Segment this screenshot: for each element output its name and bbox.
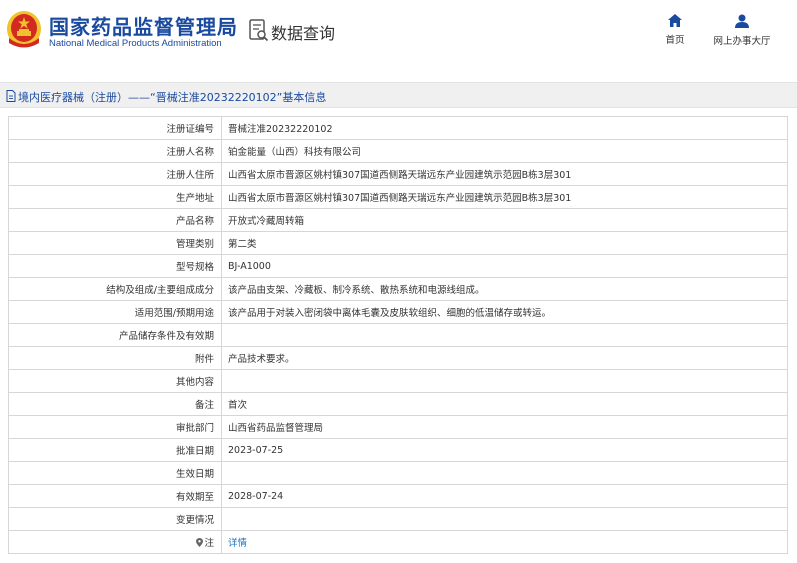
field-value: 第二类 (221, 231, 788, 255)
field-value (221, 461, 788, 485)
table-row: 附件 产品技术要求。 (8, 346, 788, 370)
field-value: 该产品由支架、冷藏板、制冷系统、散热系统和电源线组成。 (221, 277, 788, 301)
home-icon (668, 14, 682, 27)
table-row: 管理类别 第二类 (8, 231, 788, 255)
field-label: 注册人住所 (8, 162, 222, 186)
table-row: 型号规格 BJ-A1000 (8, 254, 788, 278)
table-row: 生产地址 山西省太原市晋源区姚村镇307国道西侧路天瑞远东产业园建筑示范园B栋3层… (8, 185, 788, 209)
field-label: 管理类别 (8, 231, 222, 255)
site-header: 国家药品监督管理局 National Medical Products Admi… (0, 0, 797, 66)
national-emblem-icon (7, 11, 41, 48)
field-value: 铂金能量（山西）科技有限公司 (221, 139, 788, 163)
field-label: 生产地址 (8, 185, 222, 209)
field-value: 产品技术要求。 (221, 346, 788, 370)
table-row: 生效日期 (8, 461, 788, 485)
field-value (221, 323, 788, 347)
table-row: 适用范围/预期用途 该产品用于对装入密闭袋中离体毛囊及皮肤软组织、细胞的低温储存或… (8, 300, 788, 324)
field-label: 产品储存条件及有效期 (8, 323, 222, 347)
field-value: 晋械注准20232220102 (221, 116, 788, 140)
field-value: 开放式冷藏周转箱 (221, 208, 788, 232)
table-row: 注册人名称 铂金能量（山西）科技有限公司 (8, 139, 788, 163)
field-value: 2023-07-25 (221, 438, 788, 462)
table-row: 结构及组成/主要组成成分 该产品由支架、冷藏板、制冷系统、散热系统和电源线组成。 (8, 277, 788, 301)
table-row: 有效期至 2028-07-24 (8, 484, 788, 508)
field-label: 附件 (8, 346, 222, 370)
online-office-nav-button[interactable]: 网上办事大厅 (710, 14, 774, 47)
note-label-cell: 注 (8, 530, 222, 554)
table-row: 注册人住所 山西省太原市晋源区姚村镇307国道西侧路天瑞远东产业园建筑示范园B栋3… (8, 162, 788, 186)
field-label: 结构及组成/主要组成成分 (8, 277, 222, 301)
note-label: 注 (204, 538, 214, 549)
field-label: 生效日期 (8, 461, 222, 485)
org-name-cn: 国家药品监督管理局 (49, 15, 238, 39)
online-office-nav-label: 网上办事大厅 (713, 36, 771, 47)
field-label: 适用范围/预期用途 (8, 300, 222, 324)
document-icon (6, 90, 16, 102)
table-row: 批准日期 2023-07-25 (8, 438, 788, 462)
field-label: 有效期至 (8, 484, 222, 508)
location-pin-icon (196, 538, 204, 547)
field-label: 其他内容 (8, 369, 222, 393)
field-value (221, 507, 788, 531)
breadcrumb: 境内医疗器械（注册）——“晋械注准20232220102”基本信息 (0, 82, 797, 108)
org-name-en: National Medical Products Administration (49, 38, 222, 49)
breadcrumb-text: 境内医疗器械（注册）——“晋械注准20232220102”基本信息 (18, 91, 327, 104)
registration-detail-table: 注册证编号 晋械注准20232220102 注册人名称 铂金能量（山西）科技有限公司注… (8, 116, 788, 554)
table-row: 产品名称 开放式冷藏周转箱 (8, 208, 788, 232)
field-label: 批准日期 (8, 438, 222, 462)
field-value: 山西省太原市晋源区姚村镇307国道西侧路天瑞远东产业园建筑示范园B栋3层301 (221, 185, 788, 209)
note-row: 注 详情 (8, 530, 788, 554)
data-query-icon (249, 19, 269, 42)
field-label: 审批部门 (8, 415, 222, 439)
table-row: 变更情况 (8, 507, 788, 531)
field-value: BJ-A1000 (221, 254, 788, 278)
field-label: 产品名称 (8, 208, 222, 232)
field-value (221, 369, 788, 393)
field-value: 山西省太原市晋源区姚村镇307国道西侧路天瑞远东产业园建筑示范园B栋3层301 (221, 162, 788, 186)
table-row: 审批部门 山西省药品监督管理局 (8, 415, 788, 439)
table-row: 其他内容 (8, 369, 788, 393)
home-nav-button[interactable]: 首页 (662, 14, 688, 46)
user-icon (735, 14, 749, 28)
table-row: 注册证编号 晋械注准20232220102 (8, 116, 788, 140)
field-value: 首次 (221, 392, 788, 416)
field-value: 2028-07-24 (221, 484, 788, 508)
field-value: 山西省药品监督管理局 (221, 415, 788, 439)
field-label: 型号规格 (8, 254, 222, 278)
home-nav-label: 首页 (665, 35, 685, 46)
field-label: 注册人名称 (8, 139, 222, 163)
field-label: 备注 (8, 392, 222, 416)
table-row: 备注 首次 (8, 392, 788, 416)
section-title: 数据查询 (271, 24, 336, 43)
field-label: 变更情况 (8, 507, 222, 531)
field-value: 该产品用于对装入密闭袋中离体毛囊及皮肤软组织、细胞的低温储存或转运。 (221, 300, 788, 324)
table-row: 产品储存条件及有效期 (8, 323, 788, 347)
field-label: 注册证编号 (8, 116, 222, 140)
details-link[interactable]: 详情 (228, 538, 247, 549)
note-value-cell: 详情 (221, 530, 788, 554)
